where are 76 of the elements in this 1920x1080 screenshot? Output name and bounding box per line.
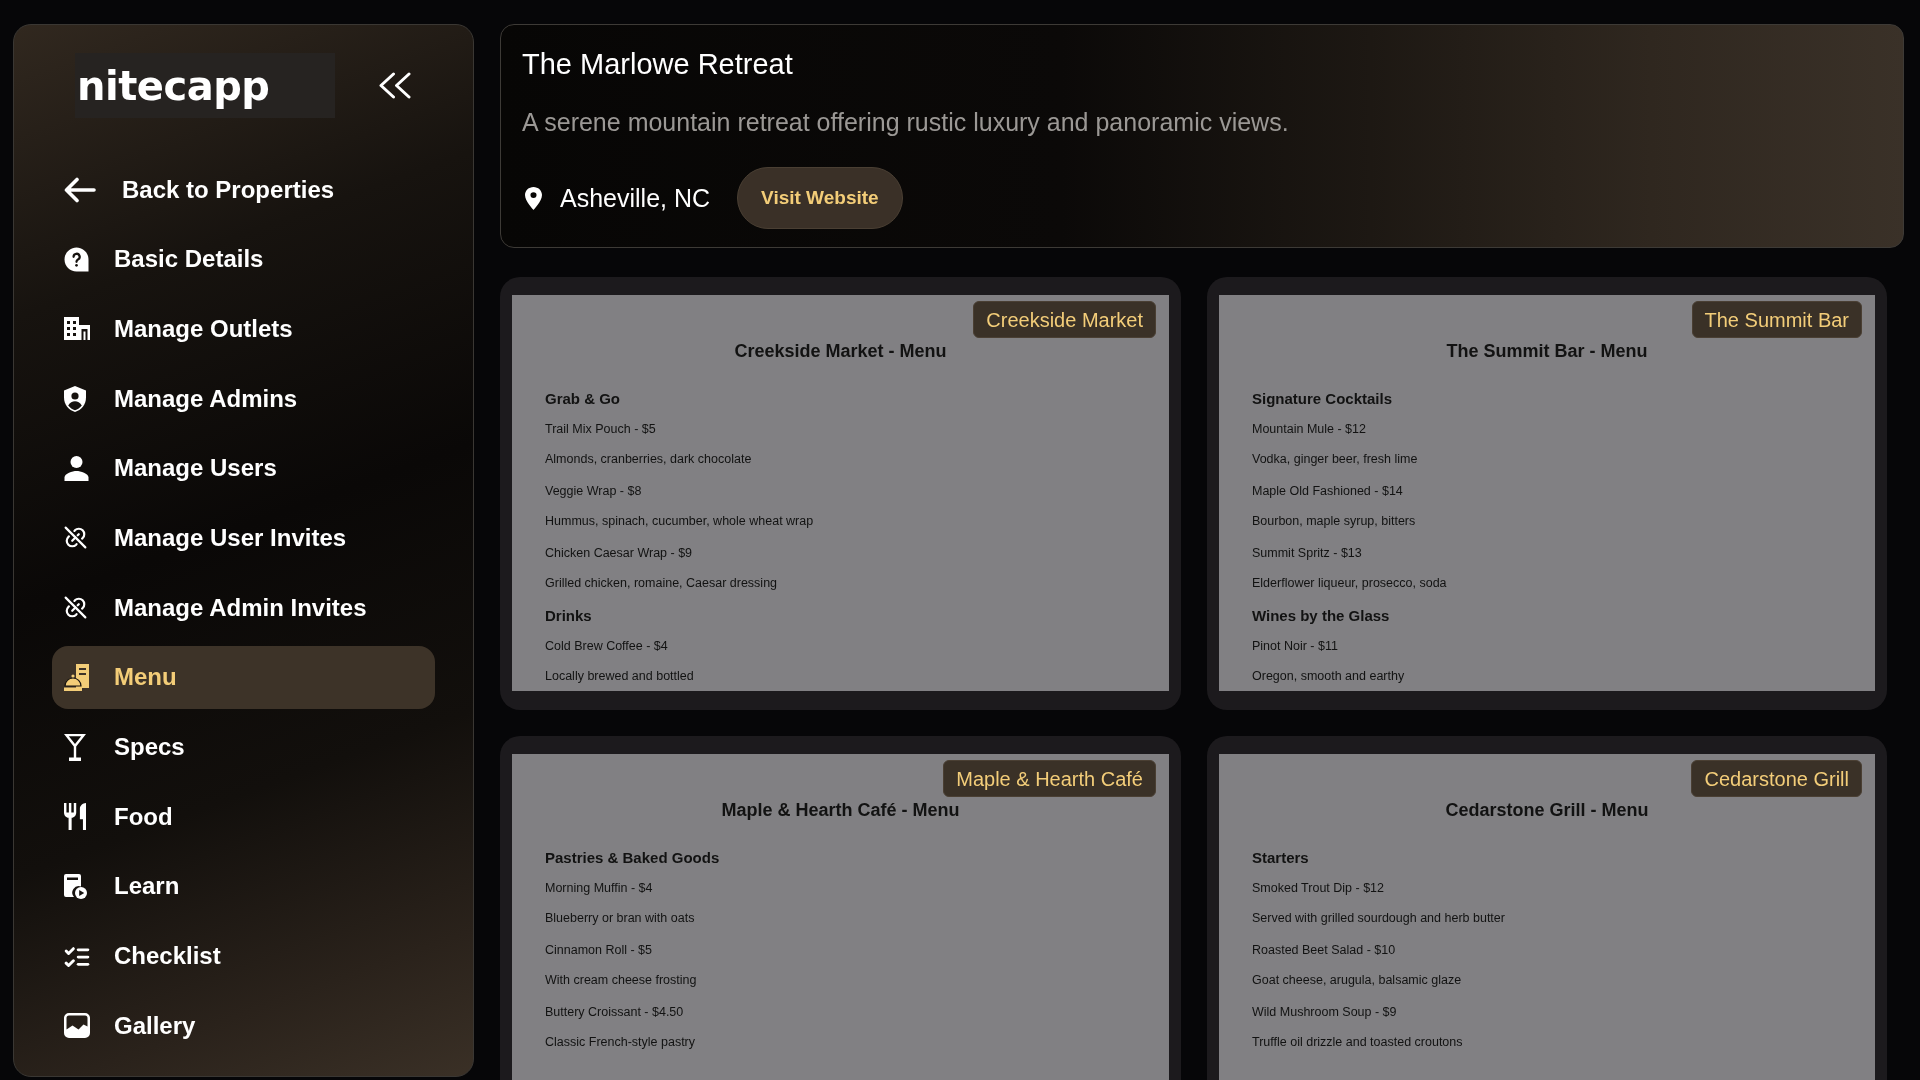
- logo: nitecapp: [75, 53, 335, 118]
- cloche-document-icon: [64, 663, 90, 691]
- nav-item[interactable]: Food: [52, 785, 435, 849]
- outlet-name-tag: Cedarstone Grill: [1691, 760, 1862, 797]
- menu-item-name: Summit Spritz - $13: [1252, 545, 1362, 561]
- location-pin-icon: [525, 186, 542, 210]
- nav-item[interactable]: Manage Outlets: [52, 297, 435, 361]
- nav-item[interactable]: Manage Users: [52, 436, 435, 500]
- person-icon: [64, 455, 89, 481]
- nav-item[interactable]: Checklist: [52, 924, 435, 988]
- image-icon: [64, 1013, 90, 1039]
- shield-user-icon: [64, 385, 86, 412]
- menu-item-name: Veggie Wrap - $8: [545, 483, 642, 499]
- menu-item-name: Morning Muffin - $4: [545, 880, 653, 896]
- nav-item[interactable]: Manage Admin Invites: [52, 576, 435, 640]
- menu-title: Creekside Market - Menu: [734, 340, 947, 362]
- menu-item-name: Cold Brew Coffee - $4: [545, 638, 668, 654]
- menu-title: The Summit Bar - Menu: [1446, 340, 1648, 362]
- menu-item-name: Pinot Noir - $11: [1252, 638, 1338, 654]
- menu-item-description: Hummus, spinach, cucumber, whole wheat wrap: [545, 513, 814, 529]
- link-off-icon: [64, 596, 87, 620]
- menu-item-name: Mountain Mule - $12: [1252, 421, 1366, 437]
- menu-item-name: Wild Mushroom Soup - $9: [1252, 1004, 1397, 1020]
- collapse-sidebar-button[interactable]: [377, 72, 412, 99]
- property-name: The Marlowe Retreat: [522, 47, 794, 81]
- link-off-icon: [64, 526, 87, 550]
- menu-title: Maple & Hearth Café - Menu: [721, 799, 960, 821]
- menu-item-name: Roasted Beet Salad - $10: [1252, 942, 1396, 958]
- menu-item-name: Smoked Trout Dip - $12: [1252, 880, 1384, 896]
- menu-item-description: Elderflower liqueur, prosecco, soda: [1252, 575, 1447, 591]
- nav-item[interactable]: Specs: [52, 715, 435, 779]
- checklist-icon: [64, 945, 90, 967]
- nav-item[interactable]: Gallery: [52, 994, 435, 1058]
- nav-item[interactable]: Basic Details: [52, 227, 435, 291]
- building-icon: [64, 317, 90, 341]
- nav-item[interactable]: Learn: [52, 854, 435, 918]
- nav-item[interactable]: Menu: [52, 645, 435, 709]
- menu-item-name: Maple Old Fashioned - $14: [1252, 483, 1403, 499]
- outlet-name-tag: Creekside Market: [973, 301, 1156, 338]
- nav-item[interactable]: Manage User Invites: [52, 506, 435, 570]
- menu-section-heading: Wines by the Glass: [1252, 606, 1390, 626]
- visit-website-button[interactable]: Visit Website: [737, 167, 903, 229]
- menu-section-heading: Grab & Go: [545, 389, 620, 409]
- outlet-name-tag: The Summit Bar: [1691, 301, 1862, 338]
- menu-item-description: Bourbon, maple syrup, bitters: [1252, 513, 1416, 529]
- nav-item[interactable]: Manage Admins: [52, 367, 435, 431]
- arrow-left-icon: [64, 176, 96, 203]
- menu-item-name: Cinnamon Roll - $5: [545, 942, 652, 958]
- menu-item-description: Oregon, smooth and earthy: [1252, 668, 1405, 684]
- menu-section-heading: Pastries & Baked Goods: [545, 848, 720, 868]
- menu-item-description: Goat cheese, arugula, balsamic glaze: [1252, 972, 1462, 988]
- property-description: A serene mountain retreat offering rustic luxury and panoramic views.: [522, 107, 1290, 137]
- menu-item-description: With cream cheese frosting: [545, 972, 697, 988]
- cocktail-glass-icon: [64, 733, 86, 761]
- property-location: Asheville, NC: [560, 183, 711, 213]
- menu-item-description: Grilled chicken, romaine, Caesar dressing: [545, 575, 778, 591]
- menu-item-name: Chicken Caesar Wrap - $9: [545, 545, 693, 561]
- menu-item-description: Locally brewed and bottled: [545, 668, 694, 684]
- menu-title: Cedarstone Grill - Menu: [1445, 799, 1649, 821]
- help-bubble-icon: [64, 246, 89, 272]
- menu-item-description: Vodka, ginger beer, fresh lime: [1252, 451, 1418, 467]
- fork-knife-icon: [64, 803, 86, 831]
- menu-section-heading: Drinks: [545, 606, 592, 626]
- menu-section-heading: Starters: [1252, 848, 1309, 868]
- menu-section-heading: Signature Cocktails: [1252, 389, 1393, 409]
- back-link[interactable]: Back to Properties: [52, 158, 435, 221]
- menu-item-description: Almonds, cranberries, dark chocolate: [545, 451, 752, 467]
- double-chevron-left-icon: [377, 72, 412, 99]
- menu-item-description: Truffle oil drizzle and toasted croutons: [1252, 1034, 1463, 1050]
- menu-item-name: Buttery Croissant - $4.50: [545, 1004, 684, 1020]
- menu-item-description: Served with grilled sourdough and herb butter: [1252, 910, 1505, 926]
- document-play-icon: [64, 873, 87, 899]
- menu-item-description: Blueberry or bran with oats: [545, 910, 695, 926]
- menu-item-name: Trail Mix Pouch - $5: [545, 421, 656, 437]
- outlet-name-tag: Maple & Hearth Café: [943, 760, 1156, 797]
- menu-item-description: Classic French-style pastry: [545, 1034, 696, 1050]
